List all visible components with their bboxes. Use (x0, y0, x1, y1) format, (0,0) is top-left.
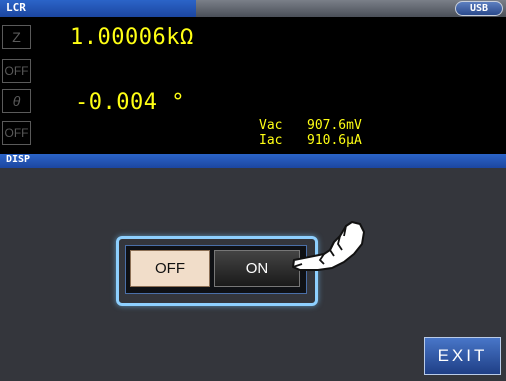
usb-badge: USB (455, 1, 503, 16)
title-bar-left (0, 0, 196, 17)
disp-section-title: DISP (6, 154, 31, 165)
vac-value: 907.6mV (307, 118, 362, 133)
pointing-hand-icon (290, 214, 370, 280)
iac-label: Iac (259, 133, 283, 148)
measurement-area: Z 1.00006kΩ OFF θ -0.004 ° OFF Vac 907.6… (0, 17, 506, 154)
param3-label: θ (2, 89, 31, 113)
param1-label: Z (2, 25, 31, 49)
screen-title: LCR (6, 1, 26, 14)
param1-value: 1.00006kΩ (70, 25, 194, 50)
vac-label: Vac (259, 118, 283, 133)
param4-label: OFF (2, 121, 31, 145)
disp-off-button[interactable]: OFF (130, 250, 210, 287)
disp-on-button[interactable]: ON (214, 250, 300, 287)
param2-label: OFF (2, 59, 31, 83)
disp-section-bar: DISP (0, 154, 506, 168)
iac-value: 910.6µA (307, 133, 362, 148)
param3-value: -0.004 ° (75, 90, 185, 115)
exit-button[interactable]: EXIT (424, 337, 501, 375)
title-bar: LCR USB (0, 0, 506, 17)
